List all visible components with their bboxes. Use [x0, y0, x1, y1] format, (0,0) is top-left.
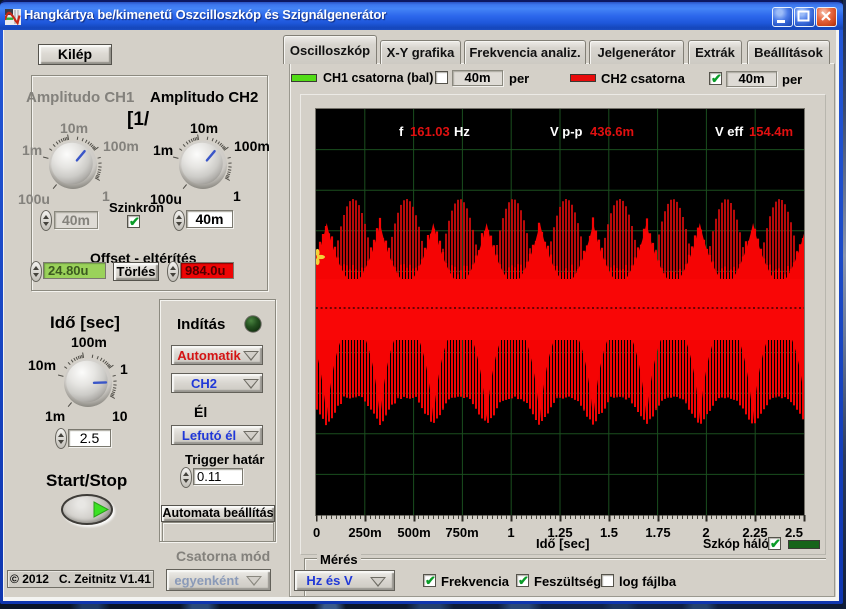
svg-text:f: f	[399, 124, 404, 139]
svg-text:V eff: V eff	[715, 124, 744, 139]
svg-text:154.4m: 154.4m	[749, 124, 793, 139]
svg-text:Hz: Hz	[454, 124, 470, 139]
svg-text:436.6m: 436.6m	[590, 124, 634, 139]
svg-text:V p-p: V p-p	[550, 124, 583, 139]
svg-text:161.03: 161.03	[410, 124, 450, 139]
